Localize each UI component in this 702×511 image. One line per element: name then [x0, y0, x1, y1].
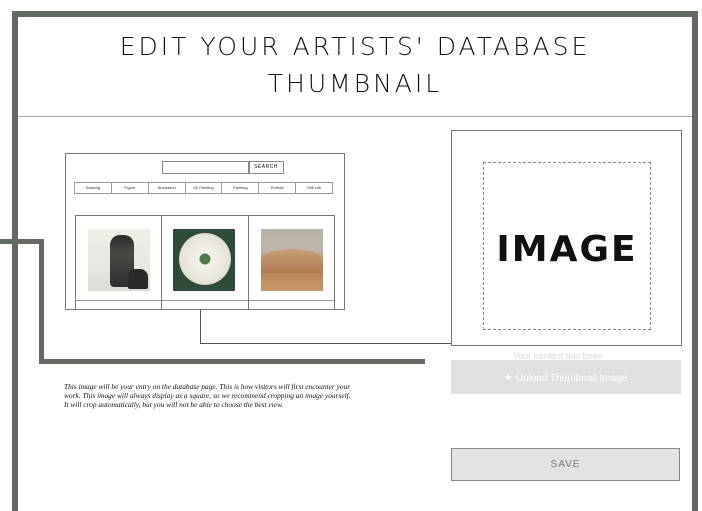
mockup-filter: Portrait — [258, 182, 297, 194]
database-page-mockup: SEARCH Drawing Figure Illustration Oil P… — [65, 153, 345, 310]
connector-line — [39, 359, 425, 364]
frame-right-border — [692, 11, 698, 511]
mockup-grid-cell — [76, 216, 162, 309]
upload-thumbnail-button[interactable]: + Upload Thumbnail Image — [451, 360, 681, 394]
figure-painting-thumbnail — [88, 229, 150, 291]
mockup-filter: Illustration — [147, 182, 186, 194]
hill-shape — [260, 249, 323, 273]
desert-hills-painting-thumbnail — [260, 229, 323, 291]
mockup-filter: Drawing — [74, 182, 112, 194]
figure-arm-shape — [128, 269, 148, 289]
mockup-grid-cell — [247, 216, 334, 309]
header-divider — [18, 116, 692, 117]
mockup-search-bar: SEARCH — [162, 161, 284, 174]
page-title: EDIT YOUR ARTISTS' DATABASE THUMBNAIL — [18, 28, 692, 102]
mockup-filter: Figure — [110, 182, 149, 194]
connector-line — [39, 239, 44, 364]
page-title-line-1: EDIT YOUR ARTISTS' DATABASE — [119, 32, 591, 61]
white-flower-painting-thumbnail — [173, 229, 236, 291]
thumbnail-preview-panel: IMAGE — [451, 130, 682, 346]
mockup-grid-cell — [161, 216, 248, 309]
thumbnail-description: This image will be your entry on the dat… — [64, 382, 351, 409]
mockup-filter: Still Life — [295, 182, 334, 194]
mockup-cell-caption-line — [248, 300, 334, 301]
flower-shape — [179, 233, 232, 285]
mockup-thumbnail-grid — [75, 215, 335, 309]
page-title-line-2: THUMBNAIL — [267, 69, 443, 98]
connector-line — [0, 239, 44, 244]
upload-button-label: Upload Thumbnail Image — [515, 373, 628, 384]
mockup-filter: Painting — [221, 182, 260, 194]
frame-top-border — [12, 11, 698, 17]
thumbnail-dropzone[interactable]: IMAGE — [483, 162, 651, 330]
mockup-search-input — [162, 161, 250, 174]
plus-icon: + — [504, 370, 512, 384]
image-placeholder-label: IMAGE — [496, 229, 638, 270]
mockup-search-button: SEARCH — [248, 161, 284, 174]
mockup-filter: Oil Painting — [184, 182, 223, 194]
pointer-line — [200, 343, 455, 344]
save-button[interactable]: SAVE — [451, 448, 680, 481]
mockup-cell-caption-line — [76, 300, 162, 301]
mockup-filter-bar: Drawing Figure Illustration Oil Painting… — [74, 182, 334, 194]
mockup-cell-caption-line — [162, 300, 248, 301]
